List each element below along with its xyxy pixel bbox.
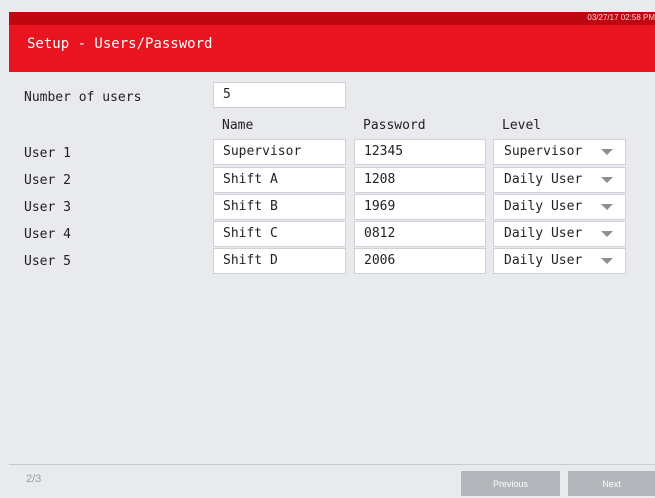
user-name-input[interactable]: Shift A [213, 167, 346, 193]
user-level-select[interactable]: Daily User [493, 194, 626, 220]
user-level-select[interactable]: Supervisor [493, 139, 626, 165]
user-level-select[interactable]: Daily User [493, 248, 626, 274]
user-password-input[interactable]: 1969 [354, 194, 486, 220]
user-name-input[interactable]: Shift C [213, 221, 346, 247]
timestamp: 03/27/17 02:58 PM [587, 13, 655, 22]
user-name-input[interactable]: Shift B [213, 194, 346, 220]
user-label: User 2 [24, 173, 71, 188]
chevron-down-icon [601, 177, 613, 183]
page-indicator: 2/3 [26, 473, 42, 485]
user-password-input[interactable]: 12345 [354, 139, 486, 165]
user-password-input[interactable]: 2006 [354, 248, 486, 274]
user-label: User 5 [24, 254, 71, 269]
user-label: User 3 [24, 200, 71, 215]
user-label: User 4 [24, 227, 71, 242]
user-level-select[interactable]: Daily User [493, 221, 626, 247]
column-header-name: Name [222, 118, 254, 133]
user-level-value: Daily User [504, 172, 583, 187]
user-password-input[interactable]: 1208 [354, 167, 486, 193]
user-level-value: Daily User [504, 226, 583, 241]
chevron-down-icon [601, 231, 613, 237]
user-name-input[interactable]: Supervisor [213, 139, 346, 165]
chevron-down-icon [601, 149, 613, 155]
next-button[interactable]: Next [568, 471, 655, 496]
users-panel: Number of users 5 Name Password Level Us… [9, 72, 655, 464]
column-header-password: Password [363, 118, 426, 133]
chevron-down-icon [601, 258, 613, 264]
chevron-down-icon [601, 204, 613, 210]
user-password-input[interactable]: 0812 [354, 221, 486, 247]
number-of-users-input[interactable]: 5 [213, 82, 346, 108]
user-level-select[interactable]: Daily User [493, 167, 626, 193]
column-header-level: Level [502, 118, 542, 133]
status-strip: 03/27/17 02:58 PM [9, 12, 655, 25]
user-level-value: Daily User [504, 199, 583, 214]
previous-button[interactable]: Previous [461, 471, 560, 496]
page-title: Setup - Users/Password [27, 36, 213, 52]
user-level-value: Daily User [504, 253, 583, 268]
footer-bar: 2/3 Previous Next [9, 464, 655, 496]
user-label: User 1 [24, 146, 71, 161]
user-level-value: Supervisor [504, 144, 583, 159]
number-of-users-label: Number of users [24, 90, 142, 105]
user-name-input[interactable]: Shift D [213, 248, 346, 274]
title-bar: 03/27/17 02:58 PM Setup - Users/Password [9, 12, 655, 72]
